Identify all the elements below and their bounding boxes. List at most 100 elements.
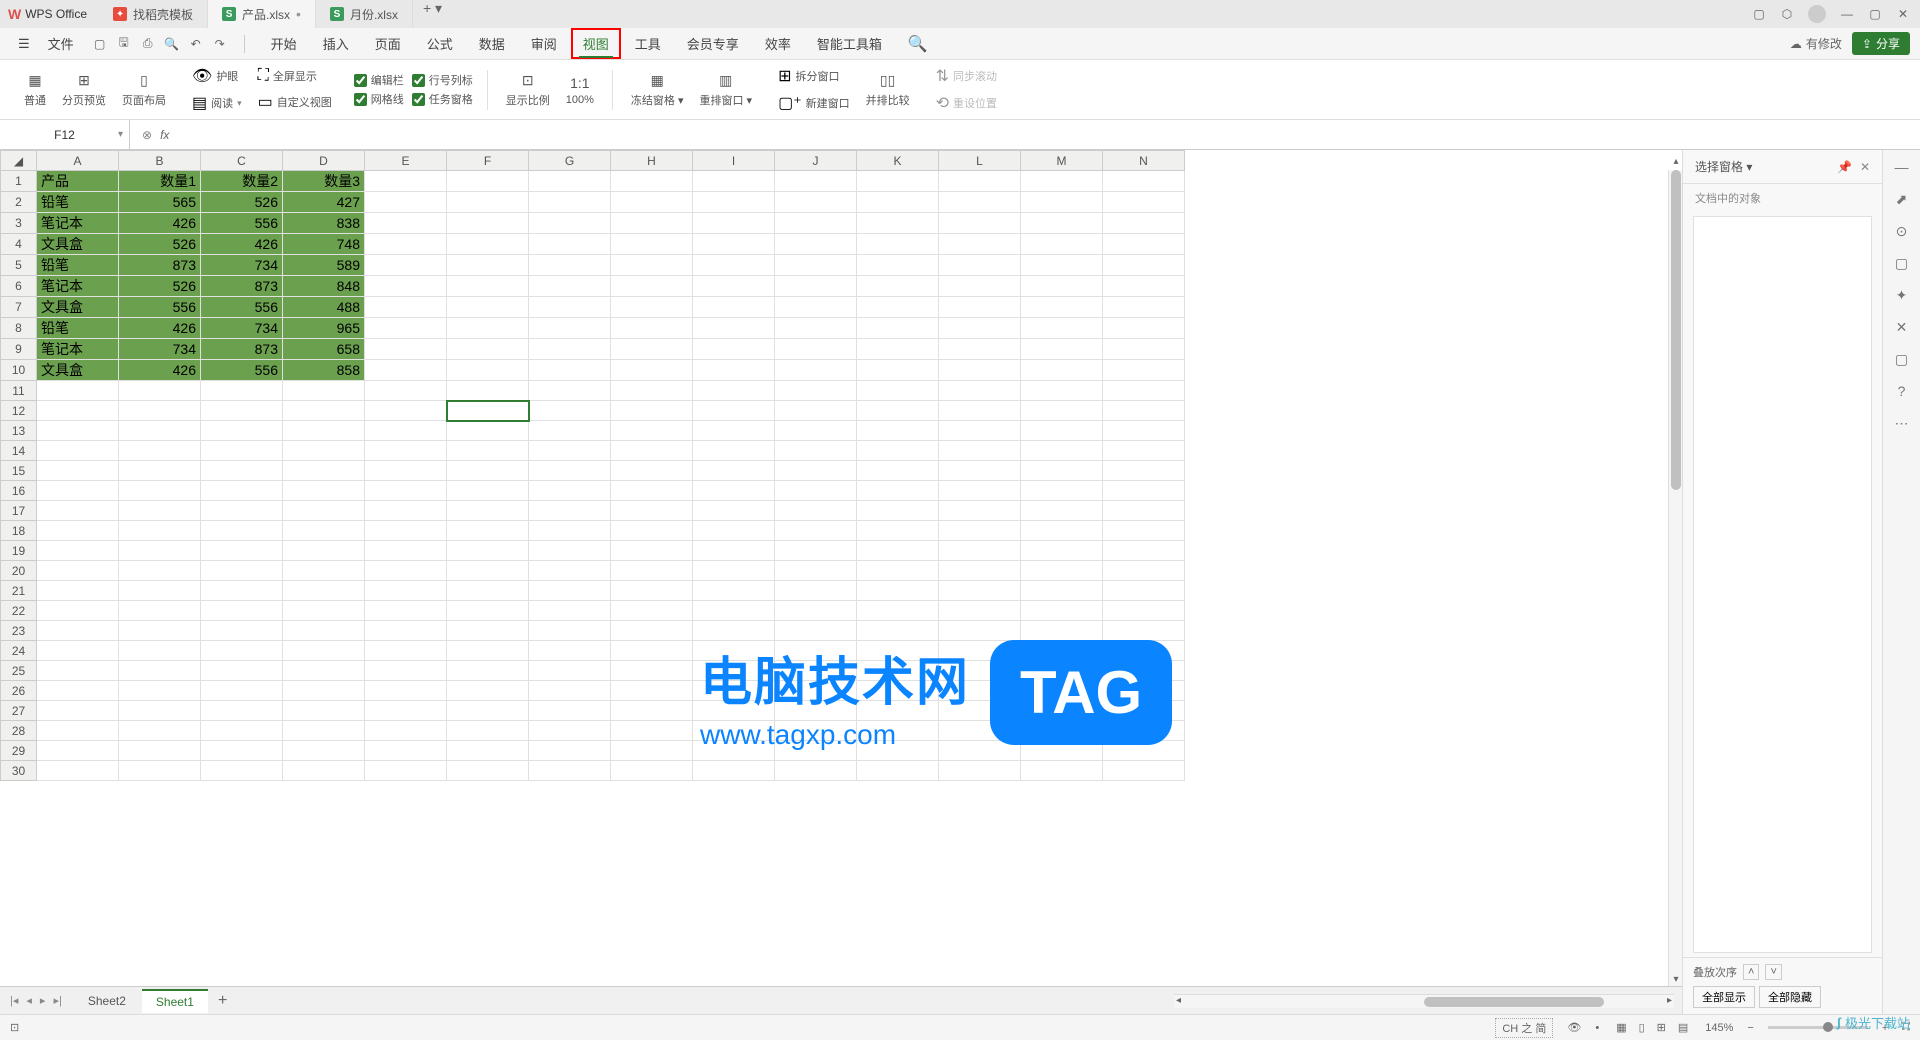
help-icon[interactable]: ▢ bbox=[1893, 350, 1911, 368]
app-icon[interactable]: ▢ bbox=[1752, 7, 1766, 21]
tab-view[interactable]: 视图 bbox=[571, 28, 621, 59]
cell-N18[interactable] bbox=[1103, 521, 1185, 541]
cell-M20[interactable] bbox=[1021, 561, 1103, 581]
cell-M26[interactable] bbox=[1021, 681, 1103, 701]
cell-I14[interactable] bbox=[693, 441, 775, 461]
move-down-icon[interactable]: ˅ bbox=[1765, 964, 1781, 980]
cell-L1[interactable] bbox=[939, 171, 1021, 192]
cell-A24[interactable] bbox=[37, 641, 119, 661]
cell-B7[interactable]: 556 bbox=[119, 297, 201, 318]
cell-G5[interactable] bbox=[529, 255, 611, 276]
cell-J10[interactable] bbox=[775, 360, 857, 381]
cell-H10[interactable] bbox=[611, 360, 693, 381]
cell-I19[interactable] bbox=[693, 541, 775, 561]
cell-F26[interactable] bbox=[447, 681, 529, 701]
cell-F24[interactable] bbox=[447, 641, 529, 661]
formula-input[interactable] bbox=[177, 128, 1908, 142]
cell-D26[interactable] bbox=[283, 681, 365, 701]
cell-E27[interactable] bbox=[365, 701, 447, 721]
cell-D11[interactable] bbox=[283, 381, 365, 401]
cell-F9[interactable] bbox=[447, 339, 529, 360]
cell-A20[interactable] bbox=[37, 561, 119, 581]
cell-N8[interactable] bbox=[1103, 318, 1185, 339]
cell-J1[interactable] bbox=[775, 171, 857, 192]
cell-K10[interactable] bbox=[857, 360, 939, 381]
cell-C17[interactable] bbox=[201, 501, 283, 521]
cell-A11[interactable] bbox=[37, 381, 119, 401]
cell-D29[interactable] bbox=[283, 741, 365, 761]
cell-N2[interactable] bbox=[1103, 192, 1185, 213]
cell-A5[interactable]: 铅笔 bbox=[37, 255, 119, 276]
col-header-C[interactable]: C bbox=[201, 151, 283, 171]
cell-J7[interactable] bbox=[775, 297, 857, 318]
cell-F7[interactable] bbox=[447, 297, 529, 318]
more-icon[interactable]: ⋯ bbox=[1893, 414, 1911, 432]
cell-C25[interactable] bbox=[201, 661, 283, 681]
reading-mode[interactable]: ▤ 阅读▾ bbox=[188, 91, 246, 115]
cell-N23[interactable] bbox=[1103, 621, 1185, 641]
row-header-6[interactable]: 6 bbox=[1, 276, 37, 297]
cell-A8[interactable]: 铅笔 bbox=[37, 318, 119, 339]
cell-L11[interactable] bbox=[939, 381, 1021, 401]
cell-A27[interactable] bbox=[37, 701, 119, 721]
cell-L17[interactable] bbox=[939, 501, 1021, 521]
cell-A29[interactable] bbox=[37, 741, 119, 761]
zoom-value[interactable]: 145% bbox=[1705, 1022, 1733, 1034]
cell-K17[interactable] bbox=[857, 501, 939, 521]
col-header-I[interactable]: I bbox=[693, 151, 775, 171]
cell-F6[interactable] bbox=[447, 276, 529, 297]
cell-G28[interactable] bbox=[529, 721, 611, 741]
col-header-D[interactable]: D bbox=[283, 151, 365, 171]
cell-C23[interactable] bbox=[201, 621, 283, 641]
cell-B3[interactable]: 426 bbox=[119, 213, 201, 234]
cell-H13[interactable] bbox=[611, 421, 693, 441]
cell-E18[interactable] bbox=[365, 521, 447, 541]
tab-member[interactable]: 会员专享 bbox=[675, 28, 751, 59]
cell-A21[interactable] bbox=[37, 581, 119, 601]
cell-K16[interactable] bbox=[857, 481, 939, 501]
cell-E20[interactable] bbox=[365, 561, 447, 581]
cell-E28[interactable] bbox=[365, 721, 447, 741]
cell-K29[interactable] bbox=[857, 741, 939, 761]
row-header-16[interactable]: 16 bbox=[1, 481, 37, 501]
cell-K3[interactable] bbox=[857, 213, 939, 234]
select-all-corner[interactable]: ◢ bbox=[1, 151, 37, 171]
cell-D1[interactable]: 数量3 bbox=[283, 171, 365, 192]
cell-L21[interactable] bbox=[939, 581, 1021, 601]
row-header-27[interactable]: 27 bbox=[1, 701, 37, 721]
cell-J24[interactable] bbox=[775, 641, 857, 661]
cell-H15[interactable] bbox=[611, 461, 693, 481]
tab-smart[interactable]: 智能工具箱 bbox=[805, 28, 894, 59]
cell-F29[interactable] bbox=[447, 741, 529, 761]
cell-L16[interactable] bbox=[939, 481, 1021, 501]
cell-F19[interactable] bbox=[447, 541, 529, 561]
tab-review[interactable]: 审阅 bbox=[519, 28, 569, 59]
cell-B29[interactable] bbox=[119, 741, 201, 761]
cell-F12[interactable] bbox=[447, 401, 529, 421]
cell-K9[interactable] bbox=[857, 339, 939, 360]
row-header-24[interactable]: 24 bbox=[1, 641, 37, 661]
cell-N22[interactable] bbox=[1103, 601, 1185, 621]
cell-D5[interactable]: 589 bbox=[283, 255, 365, 276]
view-page-btn[interactable]: ▯ bbox=[1636, 1019, 1648, 1036]
cell-B6[interactable]: 526 bbox=[119, 276, 201, 297]
tab-efficiency[interactable]: 效率 bbox=[753, 28, 803, 59]
cell-E15[interactable] bbox=[365, 461, 447, 481]
cell-K4[interactable] bbox=[857, 234, 939, 255]
cell-K12[interactable] bbox=[857, 401, 939, 421]
cell-F23[interactable] bbox=[447, 621, 529, 641]
cell-L30[interactable] bbox=[939, 761, 1021, 781]
cell-N17[interactable] bbox=[1103, 501, 1185, 521]
cell-E29[interactable] bbox=[365, 741, 447, 761]
cell-E8[interactable] bbox=[365, 318, 447, 339]
cell-C15[interactable] bbox=[201, 461, 283, 481]
cell-K19[interactable] bbox=[857, 541, 939, 561]
cell-J26[interactable] bbox=[775, 681, 857, 701]
file-menu[interactable]: 文件 bbox=[40, 30, 82, 57]
cell-I2[interactable] bbox=[693, 192, 775, 213]
scroll-thumb[interactable] bbox=[1671, 170, 1681, 490]
cell-I18[interactable] bbox=[693, 521, 775, 541]
doc-tab-product[interactable]: S 产品.xlsx • bbox=[208, 0, 316, 28]
cell-F13[interactable] bbox=[447, 421, 529, 441]
cell-N13[interactable] bbox=[1103, 421, 1185, 441]
